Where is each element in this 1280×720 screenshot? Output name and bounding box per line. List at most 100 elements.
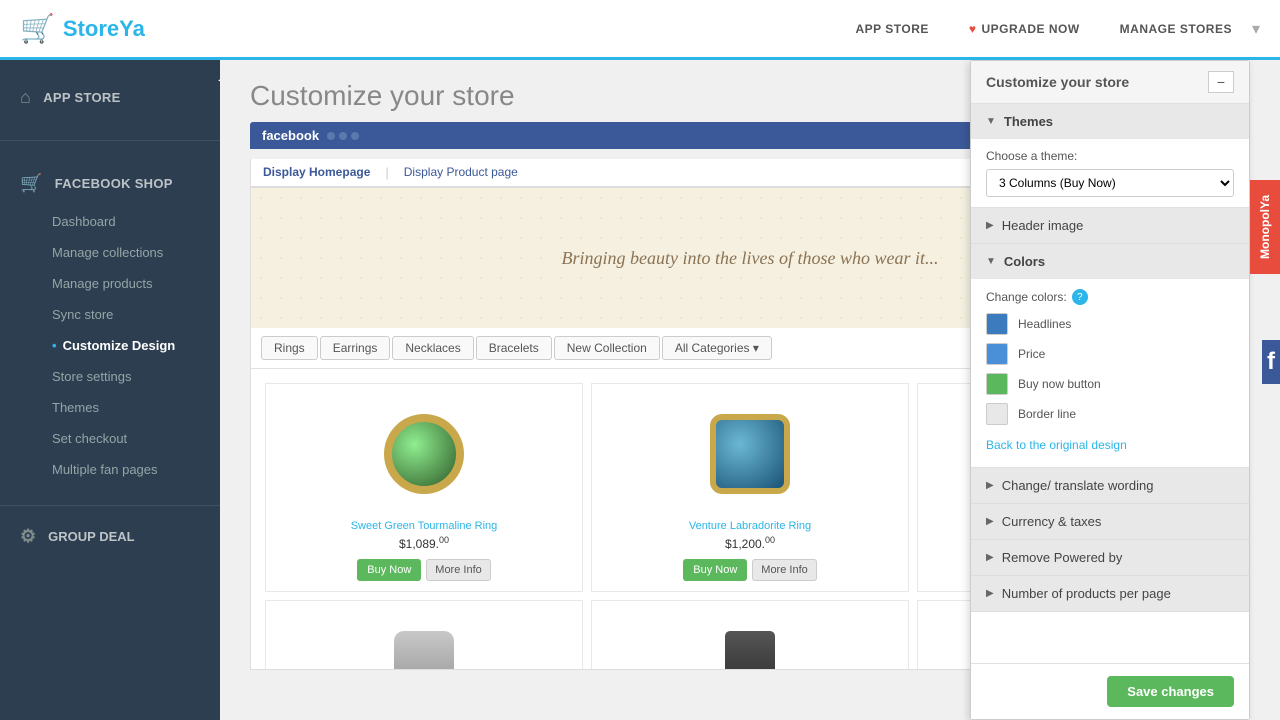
buy-button-color-swatch[interactable]: [986, 373, 1008, 395]
product-image-1: [364, 394, 484, 514]
color-row-buy-button: Buy now button: [986, 373, 1234, 395]
remove-powered-section-header[interactable]: ▶ Remove Powered by: [971, 540, 1249, 576]
panel-section-colors: ▼ Colors Change colors: ? Headlines: [971, 244, 1249, 468]
product-name-2[interactable]: Venture Labradorite Ring: [689, 520, 811, 532]
product-price-1: $1,089.00: [399, 535, 449, 551]
currency-taxes-section-label: Currency & taxes: [1002, 514, 1102, 529]
tab-rings[interactable]: Rings: [261, 336, 318, 360]
product-price-2: $1,200.00: [725, 535, 775, 551]
sidebar-item-set-checkout[interactable]: Set checkout: [0, 423, 220, 454]
currency-taxes-section-header[interactable]: ▶ Currency & taxes: [971, 504, 1249, 540]
change-wording-arrow-icon: ▶: [986, 480, 994, 491]
upgrade-nav-link[interactable]: ♥ UPGRADE NOW: [969, 22, 1080, 36]
panel-header: Customize your store −: [971, 61, 1249, 104]
header-image-section-header[interactable]: ▶ Header image: [971, 208, 1249, 244]
info-icon[interactable]: ?: [1072, 289, 1088, 305]
ring-small-1-image: [394, 631, 454, 669]
change-wording-section-header[interactable]: ▶ Change/ translate wording: [971, 468, 1249, 504]
sidebar-divider-2: [0, 505, 220, 506]
product-name-1[interactable]: Sweet Green Tourmaline Ring: [351, 520, 498, 532]
tab-earrings[interactable]: Earrings: [320, 336, 391, 360]
facebook-side-icon: f: [1267, 348, 1275, 375]
sidebar-item-sync-store[interactable]: Sync store: [0, 299, 220, 330]
colors-section-label: Colors: [1004, 254, 1045, 269]
main-content: Customize your store facebook Display Ho…: [220, 60, 1280, 720]
sidebar-item-themes[interactable]: Themes: [0, 392, 220, 423]
sidebar-section-appstore: ⌂ APP STORE: [0, 60, 220, 135]
sidebar-item-customize-design[interactable]: Customize Design: [0, 330, 220, 361]
facebook-side-banner[interactable]: f: [1262, 340, 1280, 384]
facebook-bar-dots: [327, 132, 359, 140]
buy-now-button-2[interactable]: Buy Now: [683, 559, 747, 581]
top-nav-links: APP STORE ♥ UPGRADE NOW MANAGE STORES: [855, 22, 1232, 36]
panel-body: ▼ Themes Choose a theme: 3 Columns (Buy …: [971, 104, 1249, 663]
product-card-1: Sweet Green Tourmaline Ring $1,089.00 Bu…: [265, 383, 583, 592]
buy-button-color-label: Buy now button: [1018, 377, 1101, 391]
sidebar-section-facebook: 🛒 FACEBOOK SHOP Dashboard Manage collect…: [0, 146, 220, 500]
chevron-down-icon: ▾: [1252, 19, 1260, 39]
panel-minimize-button[interactable]: −: [1208, 71, 1234, 93]
main-layout: ◀ ⌂ APP STORE 🛒 FACEBOOK SHOP Dashboard …: [0, 60, 1280, 720]
more-info-button-2[interactable]: More Info: [752, 559, 816, 581]
display-product-page-link[interactable]: Display Product page: [404, 165, 518, 180]
ring-green-image: [384, 414, 464, 494]
sidebar-item-app-store[interactable]: ⌂ APP STORE: [0, 75, 220, 120]
sidebar-item-facebook-shop[interactable]: 🛒 FACEBOOK SHOP: [0, 161, 220, 206]
headlines-color-swatch[interactable]: [986, 313, 1008, 335]
tab-all-categories[interactable]: All Categories ▾: [662, 336, 772, 360]
border-color-label: Border line: [1018, 407, 1076, 421]
ring-small-2-image: [725, 631, 775, 669]
number-products-section-label: Number of products per page: [1002, 586, 1171, 601]
sidebar-item-group-deal[interactable]: ⚙ GROUP DEAL: [0, 511, 220, 562]
fb-dot-3: [351, 132, 359, 140]
currency-taxes-arrow-icon: ▶: [986, 516, 994, 527]
change-wording-section-label: Change/ translate wording: [1002, 478, 1154, 493]
back-to-original-design-link[interactable]: Back to the original design: [986, 433, 1234, 457]
tab-new-collection[interactable]: New Collection: [554, 336, 660, 360]
remove-powered-arrow-icon: ▶: [986, 552, 994, 563]
tab-bracelets[interactable]: Bracelets: [476, 336, 552, 360]
sidebar-item-manage-collections[interactable]: Manage collections: [0, 237, 220, 268]
product-card-2: Venture Labradorite Ring $1,200.00 Buy N…: [591, 383, 909, 592]
logo[interactable]: 🛒 StoreYa: [20, 12, 145, 45]
ring-blue-image: [710, 414, 790, 494]
panel-section-themes: ▼ Themes Choose a theme: 3 Columns (Buy …: [971, 104, 1249, 208]
themes-section-label: Themes: [1004, 114, 1053, 129]
app-store-nav-link[interactable]: APP STORE: [855, 22, 928, 36]
logo-cart-icon: 🛒: [20, 12, 55, 45]
display-homepage-link[interactable]: Display Homepage: [263, 165, 370, 180]
tab-necklaces[interactable]: Necklaces: [392, 336, 473, 360]
sidebar-item-dashboard[interactable]: Dashboard: [0, 206, 220, 237]
headlines-color-label: Headlines: [1018, 317, 1071, 331]
facebook-bar-label: facebook: [262, 128, 319, 143]
header-image-arrow-icon: ▶: [986, 220, 994, 231]
monopolya-promo-text: MonopolYa: [1258, 195, 1272, 259]
product-image-2: [690, 394, 810, 514]
buy-now-button-1[interactable]: Buy Now: [357, 559, 421, 581]
manage-stores-nav-link[interactable]: MANAGE STORES: [1120, 22, 1232, 36]
price-color-swatch[interactable]: [986, 343, 1008, 365]
group-deal-icon: ⚙: [20, 526, 36, 547]
number-products-section-header[interactable]: ▶ Number of products per page: [971, 576, 1249, 612]
price-color-label: Price: [1018, 347, 1045, 361]
sidebar-item-multiple-fan-pages[interactable]: Multiple fan pages: [0, 454, 220, 485]
monopolya-promo-banner[interactable]: MonopolYa: [1250, 180, 1280, 274]
save-changes-button[interactable]: Save changes: [1107, 676, 1234, 707]
themes-section-header[interactable]: ▼ Themes: [971, 104, 1249, 139]
banner-text: Bringing beauty into the lives of those …: [562, 248, 939, 269]
more-info-button-1[interactable]: More Info: [426, 559, 490, 581]
border-color-swatch[interactable]: [986, 403, 1008, 425]
logo-text: StoreYa: [63, 16, 145, 42]
sidebar-item-store-settings[interactable]: Store settings: [0, 361, 220, 392]
sidebar-item-manage-products[interactable]: Manage products: [0, 268, 220, 299]
product-card-5: Buy Now More Info: [591, 600, 909, 669]
sidebar-app-store-label: APP STORE: [43, 90, 120, 105]
top-navigation: 🛒 StoreYa APP STORE ♥ UPGRADE NOW MANAGE…: [0, 0, 1280, 60]
sidebar-divider-1: [0, 140, 220, 141]
product-card-4: Buy Now More Info: [265, 600, 583, 669]
colors-section-header[interactable]: ▼ Colors: [971, 244, 1249, 279]
theme-select-dropdown[interactable]: 3 Columns (Buy Now) 2 Columns 4 Columns …: [986, 169, 1234, 197]
product-buttons-1: Buy Now More Info: [357, 559, 491, 581]
upgrade-label: UPGRADE NOW: [982, 22, 1080, 36]
panel-footer: Save changes: [971, 663, 1249, 719]
